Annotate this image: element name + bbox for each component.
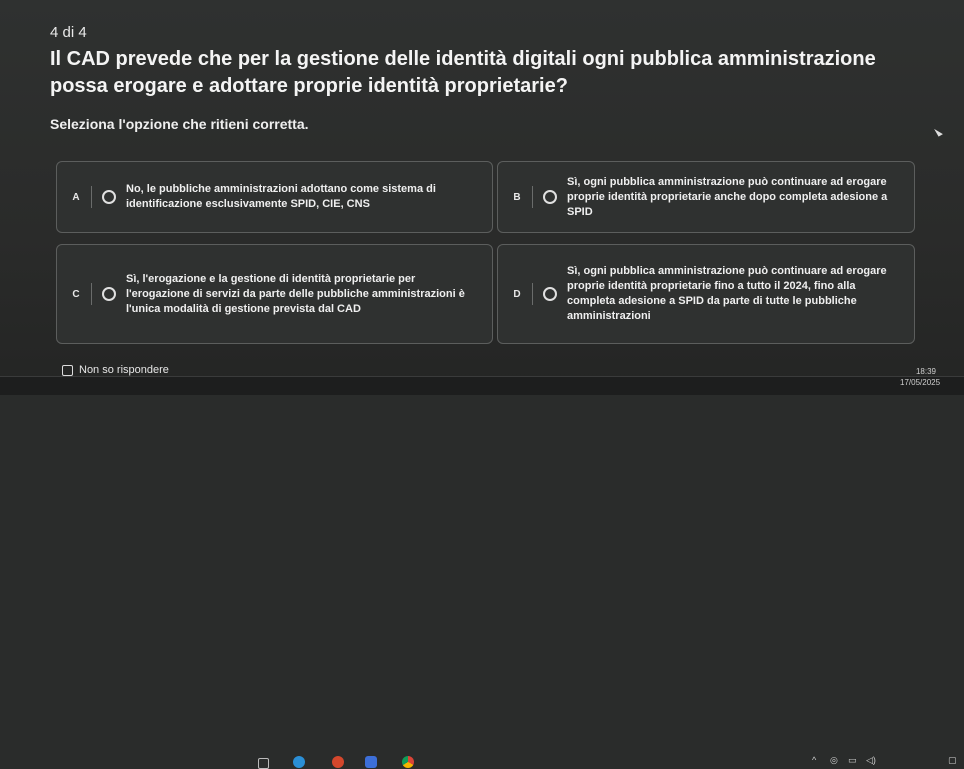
option-text: No, le pubbliche amministrazioni adottan… [126, 183, 436, 210]
edge-browser-icon[interactable] [293, 756, 305, 768]
system-clock[interactable]: 18:39 17/05/2025 [900, 366, 941, 388]
radio-button-d[interactable] [543, 287, 557, 301]
option-text: Sì, l'erogazione e la gestione di identi… [126, 272, 465, 315]
notification-icon[interactable]: ▢ [948, 755, 957, 766]
keyboard-icon[interactable]: ▭ [848, 755, 857, 766]
task-view-icon[interactable] [258, 758, 269, 769]
radio-button-a[interactable] [102, 190, 116, 204]
option-letter: C [72, 288, 80, 300]
question-text: Il CAD prevede che per la gestione delle… [50, 48, 876, 97]
option-text: Sì, ogni pubblica amministrazione può co… [567, 175, 888, 218]
network-icon[interactable]: ◎ [830, 755, 838, 766]
app-icon[interactable] [365, 756, 377, 768]
no-answer-option[interactable]: Non so rispondere [62, 364, 169, 376]
radio-button-b[interactable] [543, 190, 557, 204]
quiz-screen: 4 di 4 Il CAD prevede che per la gestion… [0, 0, 964, 394]
radio-button-c[interactable] [102, 287, 116, 301]
option-letter: B [513, 191, 521, 203]
option-a[interactable]: A No, le pubbliche amministrazioni adott… [56, 161, 493, 233]
chevron-up-icon[interactable]: ^ [812, 755, 816, 765]
office-icon[interactable] [332, 756, 344, 768]
no-answer-checkbox[interactable] [62, 364, 73, 376]
instruction-text: Seleziona l'opzione che ritieni corretta… [50, 116, 309, 132]
option-text: Sì, ogni pubblica amministrazione può co… [567, 265, 887, 322]
divider [91, 186, 92, 208]
no-answer-label: Non so rispondere [79, 364, 169, 376]
question-counter: 4 di 4 [50, 24, 87, 41]
clock-date: 17/05/2025 [900, 378, 941, 387]
option-d[interactable]: D Sì, ogni pubblica amministrazione può … [497, 244, 915, 344]
option-b[interactable]: B Sì, ogni pubblica amministrazione può … [497, 161, 915, 233]
mouse-cursor-icon [934, 126, 943, 137]
option-letter: A [72, 191, 80, 203]
option-letter: D [513, 288, 521, 300]
divider [91, 283, 92, 305]
taskbar: ^ ◎ ▭ ◁) ▢ [0, 376, 964, 769]
chrome-icon[interactable] [402, 756, 414, 768]
divider [532, 283, 533, 305]
divider [532, 186, 533, 208]
clock-time: 18:39 [915, 367, 936, 376]
speaker-icon[interactable]: ◁) [866, 755, 876, 766]
option-c[interactable]: C Sì, l'erogazione e la gestione di iden… [56, 244, 493, 344]
